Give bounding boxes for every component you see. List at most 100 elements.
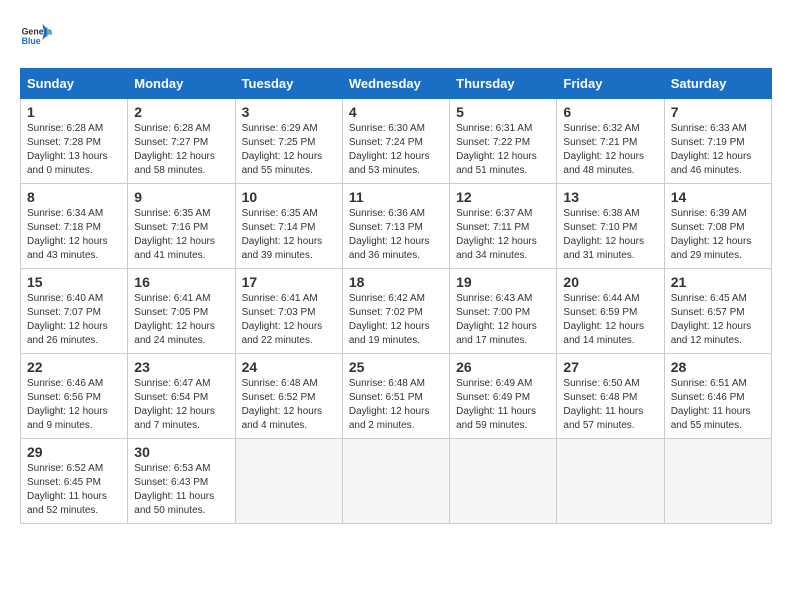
day-number: 19: [456, 274, 550, 290]
calendar-week-2: 8 Sunrise: 6:34 AM Sunset: 7:18 PM Daylig…: [21, 184, 772, 269]
day-info: Sunrise: 6:32 AM Sunset: 7:21 PM Dayligh…: [563, 122, 657, 178]
calendar-cell: 27Sunrise: 6:50 AM Sunset: 6:48 PM Dayli…: [557, 354, 664, 439]
day-number: 30: [134, 444, 228, 460]
day-info: Sunrise: 6:45 AM Sunset: 6:57 PM Dayligh…: [671, 292, 765, 348]
calendar-cell: 28 Sunrise: 6:51 AM Sunset: 6:46 PM Dayli…: [664, 354, 771, 439]
logo: General Blue: [20, 20, 52, 52]
day-number: 10: [242, 189, 336, 205]
calendar-cell: 22 Sunrise: 6:46 AM Sunset: 6:56 PM Dayli…: [21, 354, 128, 439]
header-tuesday: Tuesday: [235, 69, 342, 99]
calendar-cell: 12Sunrise: 6:37 AM Sunset: 7:11 PM Dayli…: [450, 184, 557, 269]
calendar-cell: 13 Sunrise: 6:38 AM Sunset: 7:10 PM Dayli…: [557, 184, 664, 269]
day-info: Sunrise: 6:44 AM Sunset: 6:59 PM Dayligh…: [563, 292, 657, 348]
calendar-cell: 2 Sunrise: 6:28 AM Sunset: 7:27 PM Daylig…: [128, 99, 235, 184]
day-number: 29: [27, 444, 121, 460]
day-number: 13: [563, 189, 657, 205]
day-number: 24: [242, 359, 336, 375]
page-header: General Blue: [20, 20, 772, 52]
calendar-cell: 5 Sunrise: 6:31 AM Sunset: 7:22 PM Daylig…: [450, 99, 557, 184]
day-number: 17: [242, 274, 336, 290]
header-saturday: Saturday: [664, 69, 771, 99]
calendar-cell: [557, 439, 664, 524]
calendar-cell: 14 Sunrise: 6:39 AM Sunset: 7:08 PM Dayli…: [664, 184, 771, 269]
calendar-cell: [450, 439, 557, 524]
calendar-cell: 4 Sunrise: 6:30 AM Sunset: 7:24 PM Daylig…: [342, 99, 449, 184]
calendar-cell: 9 Sunrise: 6:35 AM Sunset: 7:16 PM Daylig…: [128, 184, 235, 269]
calendar-cell: 29 Sunrise: 6:52 AM Sunset: 6:45 PM Dayli…: [21, 439, 128, 524]
day-info: Sunrise: 6:43 AM Sunset: 7:00 PM Dayligh…: [456, 292, 550, 348]
day-info: Sunrise: 6:41 AM Sunset: 7:03 PM Dayligh…: [242, 292, 336, 348]
day-info: Sunrise: 6:39 AM Sunset: 7:08 PM Dayligh…: [671, 207, 765, 263]
calendar-cell: 20 Sunrise: 6:44 AM Sunset: 6:59 PM Dayli…: [557, 269, 664, 354]
calendar-cell: 19 Sunrise: 6:43 AM Sunset: 7:00 PM Dayli…: [450, 269, 557, 354]
calendar-cell: 1 Sunrise: 6:28 AM Sunset: 7:28 PM Daylig…: [21, 99, 128, 184]
calendar-cell: 8 Sunrise: 6:34 AM Sunset: 7:18 PM Daylig…: [21, 184, 128, 269]
day-number: 3: [242, 104, 336, 120]
calendar-week-1: 1 Sunrise: 6:28 AM Sunset: 7:28 PM Daylig…: [21, 99, 772, 184]
day-number: 9: [134, 189, 228, 205]
calendar-cell: [235, 439, 342, 524]
calendar-week-4: 22 Sunrise: 6:46 AM Sunset: 6:56 PM Dayli…: [21, 354, 772, 439]
day-info: Sunrise: 6:29 AM Sunset: 7:25 PM Dayligh…: [242, 122, 336, 178]
day-info: Sunrise: 6:35 AM Sunset: 7:14 PM Dayligh…: [242, 207, 336, 263]
day-number: 25: [349, 359, 443, 375]
calendar-cell: 30 Sunrise: 6:53 AM Sunset: 6:43 PM Dayli…: [128, 439, 235, 524]
calendar-cell: 3 Sunrise: 6:29 AM Sunset: 7:25 PM Daylig…: [235, 99, 342, 184]
calendar-week-3: 15 Sunrise: 6:40 AM Sunset: 7:07 PM Dayli…: [21, 269, 772, 354]
calendar-week-5: 29 Sunrise: 6:52 AM Sunset: 6:45 PM Dayli…: [21, 439, 772, 524]
day-number: 15: [27, 274, 121, 290]
calendar-cell: 10 Sunrise: 6:35 AM Sunset: 7:14 PM Dayli…: [235, 184, 342, 269]
day-info: Sunrise: 6:33 AM Sunset: 7:19 PM Dayligh…: [671, 122, 765, 178]
calendar-cell: [342, 439, 449, 524]
day-info: Sunrise: 6:38 AM Sunset: 7:10 PM Dayligh…: [563, 207, 657, 263]
day-number: 26: [456, 359, 550, 375]
day-number: 1: [27, 104, 121, 120]
svg-text:Blue: Blue: [22, 36, 41, 46]
day-info: Sunrise: 6:34 AM Sunset: 7:18 PM Dayligh…: [27, 207, 121, 263]
day-number: 5: [456, 104, 550, 120]
day-info: Sunrise: 6:48 AM Sunset: 6:52 PM Dayligh…: [242, 377, 336, 433]
day-number: 21: [671, 274, 765, 290]
day-info: Sunrise: 6:48 AM Sunset: 6:51 PM Dayligh…: [349, 377, 443, 433]
header-sunday: Sunday: [21, 69, 128, 99]
header-thursday: Thursday: [450, 69, 557, 99]
calendar-cell: 18Sunrise: 6:42 AM Sunset: 7:02 PM Dayli…: [342, 269, 449, 354]
calendar-cell: 15 Sunrise: 6:40 AM Sunset: 7:07 PM Dayli…: [21, 269, 128, 354]
calendar-cell: 7 Sunrise: 6:33 AM Sunset: 7:19 PM Daylig…: [664, 99, 771, 184]
logo-icon: General Blue: [20, 20, 52, 52]
calendar-cell: 6Sunrise: 6:32 AM Sunset: 7:21 PM Daylig…: [557, 99, 664, 184]
day-info: Sunrise: 6:40 AM Sunset: 7:07 PM Dayligh…: [27, 292, 121, 348]
day-number: 22: [27, 359, 121, 375]
day-number: 14: [671, 189, 765, 205]
day-info: Sunrise: 6:53 AM Sunset: 6:43 PM Dayligh…: [134, 462, 228, 518]
calendar-cell: 24 Sunrise: 6:48 AM Sunset: 6:52 PM Dayli…: [235, 354, 342, 439]
calendar-cell: 11 Sunrise: 6:36 AM Sunset: 7:13 PM Dayli…: [342, 184, 449, 269]
header-friday: Friday: [557, 69, 664, 99]
day-info: Sunrise: 6:28 AM Sunset: 7:27 PM Dayligh…: [134, 122, 228, 178]
day-number: 28: [671, 359, 765, 375]
day-number: 2: [134, 104, 228, 120]
day-info: Sunrise: 6:50 AM Sunset: 6:48 PM Dayligh…: [563, 377, 657, 433]
day-info: Sunrise: 6:49 AM Sunset: 6:49 PM Dayligh…: [456, 377, 550, 433]
day-number: 7: [671, 104, 765, 120]
day-info: Sunrise: 6:36 AM Sunset: 7:13 PM Dayligh…: [349, 207, 443, 263]
day-number: 8: [27, 189, 121, 205]
day-info: Sunrise: 6:35 AM Sunset: 7:16 PM Dayligh…: [134, 207, 228, 263]
day-info: Sunrise: 6:52 AM Sunset: 6:45 PM Dayligh…: [27, 462, 121, 518]
day-info: Sunrise: 6:51 AM Sunset: 6:46 PM Dayligh…: [671, 377, 765, 433]
day-info: Sunrise: 6:30 AM Sunset: 7:24 PM Dayligh…: [349, 122, 443, 178]
header-monday: Monday: [128, 69, 235, 99]
day-number: 18: [349, 274, 443, 290]
day-number: 11: [349, 189, 443, 205]
day-number: 4: [349, 104, 443, 120]
calendar-cell: 17 Sunrise: 6:41 AM Sunset: 7:03 PM Dayli…: [235, 269, 342, 354]
calendar-cell: [664, 439, 771, 524]
header-wednesday: Wednesday: [342, 69, 449, 99]
day-number: 20: [563, 274, 657, 290]
calendar-cell: 23Sunrise: 6:47 AM Sunset: 6:54 PM Dayli…: [128, 354, 235, 439]
day-info: Sunrise: 6:31 AM Sunset: 7:22 PM Dayligh…: [456, 122, 550, 178]
calendar-header-row: SundayMondayTuesdayWednesdayThursdayFrid…: [21, 69, 772, 99]
day-info: Sunrise: 6:28 AM Sunset: 7:28 PM Dayligh…: [27, 122, 121, 178]
day-info: Sunrise: 6:46 AM Sunset: 6:56 PM Dayligh…: [27, 377, 121, 433]
calendar-cell: 26 Sunrise: 6:49 AM Sunset: 6:49 PM Dayli…: [450, 354, 557, 439]
